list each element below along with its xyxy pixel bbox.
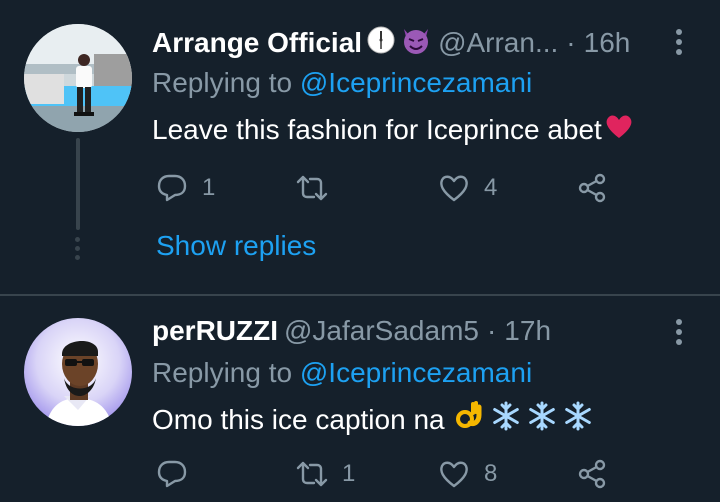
red-heart-icon [604,112,634,147]
replying-label: Replying to [152,67,293,98]
tweet-header: Arrange Official @Arran... · 16h [152,23,630,63]
avatar[interactable] [24,318,132,426]
mention-link[interactable]: @Iceprincezamani [300,67,532,98]
replying-label: Replying to [152,357,293,388]
timestamp[interactable]: 16h [584,27,631,59]
tweet[interactable]: perRUZZI @JafarSadam5 · 17h Replying to … [0,296,720,502]
reply-button[interactable]: 1 [156,168,215,208]
tweet-header: perRUZZI @JafarSadam5 · 17h [152,311,551,351]
like-icon [440,461,468,488]
like-button[interactable]: 4 [438,168,497,208]
like-icon [440,175,468,202]
share-button[interactable] [576,168,608,208]
separator: · [486,315,497,346]
reply-button[interactable] [156,454,202,494]
retweet-icon [296,175,328,201]
tweet-text: Omo this ice caption na [152,401,593,438]
share-button[interactable] [576,454,608,494]
retweet-button[interactable]: 1 [296,454,355,494]
clock-icon [366,25,396,62]
mention-link[interactable]: @Iceprincezamani [300,357,532,388]
share-icon [578,173,606,203]
handle[interactable]: @Arran... [438,27,558,59]
snowflake-icon [527,401,557,438]
snowflake-icon [563,401,593,438]
reply-icon [157,174,187,202]
separator: · [566,27,576,58]
like-count: 8 [484,460,498,487]
more-options-icon[interactable] [676,29,684,59]
display-name[interactable]: perRUZZI [152,315,278,347]
like-count: 4 [484,174,498,201]
timestamp[interactable]: 17h [504,315,551,347]
ok-hand-icon [455,401,483,438]
tweet-actions: 1 4 [152,168,632,208]
share-icon [578,459,606,489]
reply-count: 1 [202,174,216,201]
tweet-text-content: Leave this fashion for Iceprince abet [152,113,602,145]
tweet-text-content: Omo this ice caption na [152,403,445,435]
smiling-imp-icon [400,25,432,62]
thread-dots [75,237,81,264]
display-name[interactable]: Arrange Official [152,27,362,59]
like-button[interactable]: 8 [438,454,497,494]
avatar-illustration [24,318,132,426]
tweet-text: Leave this fashion for Iceprince abet [152,112,634,147]
reply-icon [157,460,187,488]
retweet-button[interactable] [296,168,342,208]
tweet[interactable]: Arrange Official @Arran... · 16h Replyin… [0,0,720,295]
avatar-photo [24,24,132,132]
replying-to: Replying to @Iceprincezamani [152,67,532,99]
show-replies-link[interactable]: Show replies [156,230,316,262]
replying-to: Replying to @Iceprincezamani [152,357,532,389]
retweet-icon [296,461,328,487]
more-options-icon[interactable] [676,319,684,349]
handle[interactable]: @JafarSadam5 [284,315,479,347]
avatar[interactable] [24,24,132,132]
thread-line [76,138,80,230]
tweet-actions: 1 8 [152,454,632,494]
snowflake-icon [491,401,521,438]
retweet-count: 1 [342,460,356,487]
